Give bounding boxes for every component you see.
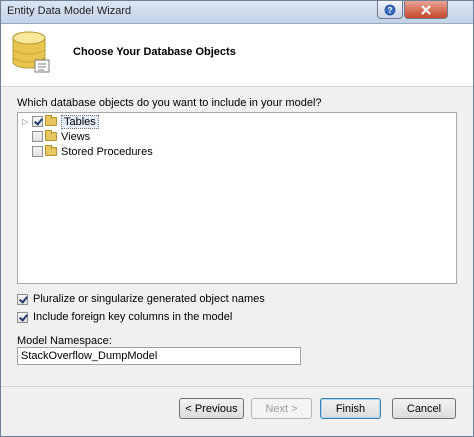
window-title: Entity Data Model Wizard	[7, 5, 132, 17]
previous-button[interactable]: < Previous	[179, 398, 244, 419]
svg-text:?: ?	[388, 6, 393, 15]
folder-icon	[45, 145, 57, 156]
close-button[interactable]	[404, 1, 448, 19]
divider	[1, 386, 473, 387]
namespace-input[interactable]	[17, 347, 301, 365]
wizard-window: Entity Data Model Wizard ? Choose Your D…	[0, 0, 474, 437]
wizard-header: Choose Your Database Objects	[1, 24, 473, 87]
database-objects-tree[interactable]: ▷ Tables Views Stored Procedures	[17, 112, 457, 284]
expand-arrow-icon[interactable]: ▷	[22, 117, 30, 126]
title-bar[interactable]: Entity Data Model Wizard ?	[1, 1, 473, 24]
pluralize-label[interactable]: Pluralize or singularize generated objec…	[33, 293, 265, 305]
finish-button[interactable]: Finish	[320, 398, 381, 419]
namespace-label: Model Namespace:	[17, 335, 112, 347]
foreign-keys-option[interactable]: Include foreign key columns in the model	[17, 311, 232, 323]
cancel-button[interactable]: Cancel	[392, 398, 456, 419]
views-checkbox[interactable]	[32, 131, 43, 142]
tree-item-label: Tables	[61, 114, 99, 129]
page-title: Choose Your Database Objects	[73, 46, 236, 58]
tree-item-views[interactable]: Views	[22, 129, 90, 144]
stored-procedures-checkbox[interactable]	[32, 146, 43, 157]
tree-item-label: Views	[61, 130, 91, 143]
folder-icon	[45, 130, 57, 141]
foreign-keys-label[interactable]: Include foreign key columns in the model	[33, 311, 232, 323]
foreign-keys-checkbox[interactable]	[17, 311, 28, 323]
prompt-label: Which database objects do you want to in…	[17, 97, 322, 109]
folder-icon	[45, 115, 57, 126]
close-icon	[421, 4, 431, 15]
tree-item-stored-procedures[interactable]: Stored Procedures	[22, 144, 153, 159]
tables-checkbox[interactable]	[32, 116, 43, 127]
next-button[interactable]: Next >	[251, 398, 312, 419]
help-button[interactable]: ?	[377, 1, 403, 19]
help-icon: ?	[384, 4, 396, 15]
tree-item-label: Stored Procedures	[61, 145, 153, 158]
pluralize-checkbox[interactable]	[17, 293, 28, 305]
pluralize-option[interactable]: Pluralize or singularize generated objec…	[17, 293, 265, 305]
database-icon	[12, 31, 50, 73]
tree-item-tables[interactable]: ▷ Tables	[22, 114, 99, 129]
